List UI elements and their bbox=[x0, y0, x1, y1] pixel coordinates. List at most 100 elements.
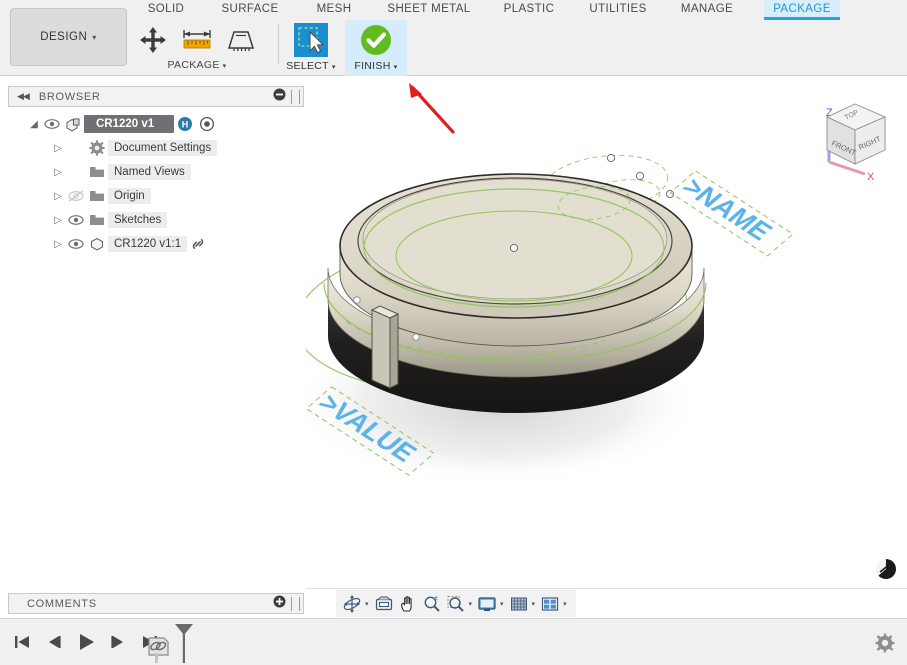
chevron-down-icon[interactable]: ▾ bbox=[563, 600, 567, 608]
zoom-icon: ± bbox=[420, 592, 444, 616]
chevron-down-icon: ▾ bbox=[331, 64, 336, 71]
view-cube[interactable]: Z X FRONT RIGHT TOP bbox=[815, 90, 895, 183]
ribbon: SOLID SURFACE MESH SHEET METAL PLASTIC UTILIT… bbox=[0, 0, 907, 76]
tree-item-label: Document Settings bbox=[108, 140, 218, 156]
finish-checkmark-icon bbox=[356, 20, 396, 60]
tree-item-cr1220-v1-1[interactable]: ▷ CR1220 v1:1 bbox=[8, 232, 304, 256]
link-icon[interactable] bbox=[187, 236, 209, 252]
zoom-button[interactable]: ± bbox=[420, 592, 444, 616]
tree-item-label: CR1220 v1 bbox=[84, 115, 175, 133]
timeline-playhead-marker[interactable] bbox=[173, 622, 195, 665]
tree-item-cr1220-v1[interactable]: ◢ CR1220 v1 H bbox=[8, 112, 304, 136]
tree-item-label: Named Views bbox=[108, 164, 191, 180]
tree-item-sketches[interactable]: ▷ Sketches bbox=[8, 208, 304, 232]
play-button[interactable] bbox=[72, 627, 99, 657]
workspace-tabstrip: SOLID SURFACE MESH SHEET METAL PLASTIC UTILIT… bbox=[0, 0, 907, 20]
tree-item-label: Origin bbox=[108, 188, 151, 204]
tree-collapsed-icon[interactable]: ▷ bbox=[50, 167, 66, 178]
target-radio-icon[interactable] bbox=[196, 116, 218, 132]
move-position-icon[interactable] bbox=[132, 20, 174, 60]
battery-terminal-tab bbox=[370, 305, 400, 389]
collapse-left-icon[interactable]: ◀◀ bbox=[17, 91, 30, 102]
view-navigation-bar: ▾ ± ▾ ▾ ▾ ▾ bbox=[336, 590, 576, 617]
folder-icon bbox=[86, 188, 108, 204]
tree-item-label: CR1220 v1:1 bbox=[108, 236, 188, 252]
plus-circle-icon[interactable] bbox=[273, 595, 286, 613]
eye-visible-icon[interactable] bbox=[66, 236, 86, 252]
zoom-window-button[interactable]: ▾ bbox=[444, 592, 476, 616]
tree-collapsed-icon[interactable]: ▷ bbox=[50, 191, 66, 202]
eye-visible-icon[interactable] bbox=[42, 116, 62, 132]
browser-tree: ◢ CR1220 v1 H ▷ Document Settings ▷ Named View… bbox=[8, 112, 304, 256]
timeline-track[interactable] bbox=[140, 619, 880, 665]
minus-circle-icon[interactable] bbox=[273, 88, 286, 106]
eye-visible-icon[interactable] bbox=[66, 212, 86, 228]
look-at-icon bbox=[372, 592, 396, 616]
eye-hidden-icon[interactable] bbox=[66, 188, 86, 204]
axis-label-x: X bbox=[867, 171, 875, 182]
tree-expanded-icon[interactable]: ◢ bbox=[26, 119, 42, 130]
ribbon-separator bbox=[278, 24, 279, 64]
look-at-button[interactable] bbox=[372, 592, 396, 616]
chevron-down-icon[interactable]: ▾ bbox=[500, 600, 504, 608]
battery-terminal-inner bbox=[362, 178, 668, 300]
finish-command-button[interactable]: FINISH ▾ bbox=[345, 20, 407, 76]
workspace-tab-package[interactable]: PACKAGE bbox=[764, 0, 840, 20]
package-tool-icons bbox=[132, 20, 262, 60]
tree-item-origin[interactable]: ▷ Origin bbox=[8, 184, 304, 208]
step-back-button[interactable] bbox=[40, 627, 67, 657]
ribbon-group-label-package[interactable]: PACKAGE ▾ bbox=[132, 59, 262, 71]
jump-to-beginning-button[interactable] bbox=[8, 627, 35, 657]
workspace-tab-mesh[interactable]: MESH bbox=[310, 0, 358, 20]
chevron-down-icon[interactable]: ▾ bbox=[365, 600, 369, 608]
viewports-button[interactable]: ▾ bbox=[538, 592, 570, 616]
3d-viewport[interactable]: >NAME >VALUE Z X FRONT RIGHT TOP bbox=[306, 78, 907, 588]
tree-collapsed-icon[interactable]: ▷ bbox=[50, 239, 66, 250]
zoom-window-icon bbox=[444, 592, 468, 616]
chevron-down-icon[interactable]: ▾ bbox=[532, 600, 536, 608]
comments-resize-grip[interactable] bbox=[291, 596, 300, 611]
workspace-tab-utilities[interactable]: UTILITIES bbox=[582, 0, 654, 20]
comments-panel-title: COMMENTS bbox=[27, 597, 97, 610]
package-outline-icon[interactable] bbox=[220, 20, 262, 60]
dimension-ruler-icon[interactable] bbox=[176, 20, 218, 60]
browser-panel-header[interactable]: ◀◀ BROWSER bbox=[8, 86, 304, 107]
workspace-tab-sheet-metal[interactable]: SHEET METAL bbox=[380, 0, 478, 20]
workspace-tab-surface[interactable]: SURFACE bbox=[214, 0, 286, 20]
finish-command-label: FINISH ▾ bbox=[354, 60, 398, 72]
grid-snaps-button[interactable]: ▾ bbox=[507, 592, 539, 616]
workspace-tab-plastic[interactable]: PLASTIC bbox=[498, 0, 560, 20]
comments-panel-header[interactable]: COMMENTS bbox=[8, 593, 304, 614]
document-assembly-icon bbox=[62, 116, 84, 132]
home-navigation-icon[interactable] bbox=[875, 558, 897, 580]
timeline-settings-gear-icon[interactable] bbox=[875, 633, 895, 653]
timeline-feature-sketch[interactable] bbox=[144, 631, 172, 664]
tree-collapsed-icon[interactable]: ▷ bbox=[50, 143, 66, 154]
workspace-tab-manage[interactable]: MANAGE bbox=[676, 0, 738, 20]
tree-item-document-settings[interactable]: ▷ Document Settings bbox=[8, 136, 304, 160]
folder-icon bbox=[86, 164, 108, 180]
step-forward-button[interactable] bbox=[104, 627, 131, 657]
chevron-down-icon: ▾ bbox=[393, 64, 398, 71]
ribbon-group-package: PACKAGE ▾ bbox=[132, 20, 262, 76]
folder-icon bbox=[86, 212, 108, 228]
health-badge-icon[interactable]: H bbox=[174, 116, 196, 132]
pan-button[interactable] bbox=[396, 592, 420, 616]
design-workspace-button[interactable]: DESIGN ▾ bbox=[10, 8, 127, 66]
panel-resize-grip[interactable] bbox=[291, 89, 300, 104]
timeline-bar bbox=[0, 618, 907, 665]
select-arrow-icon bbox=[291, 20, 331, 60]
chevron-down-icon: ▾ bbox=[92, 32, 97, 42]
design-workspace-label: DESIGN bbox=[40, 31, 88, 43]
workspace-tab-solid[interactable]: SOLID bbox=[140, 0, 192, 20]
chevron-down-icon: ▾ bbox=[222, 63, 227, 70]
tree-item-named-views[interactable]: ▷ Named Views bbox=[8, 160, 304, 184]
display-settings-icon bbox=[475, 592, 499, 616]
tree-collapsed-icon[interactable]: ▷ bbox=[50, 215, 66, 226]
select-command-button[interactable]: SELECT ▾ bbox=[280, 20, 342, 76]
chevron-down-icon[interactable]: ▾ bbox=[469, 600, 473, 608]
display-settings-button[interactable]: ▾ bbox=[475, 592, 507, 616]
orbit-button[interactable]: ▾ bbox=[340, 592, 372, 616]
svg-text:H: H bbox=[182, 119, 189, 129]
pan-hand-icon bbox=[396, 592, 420, 616]
